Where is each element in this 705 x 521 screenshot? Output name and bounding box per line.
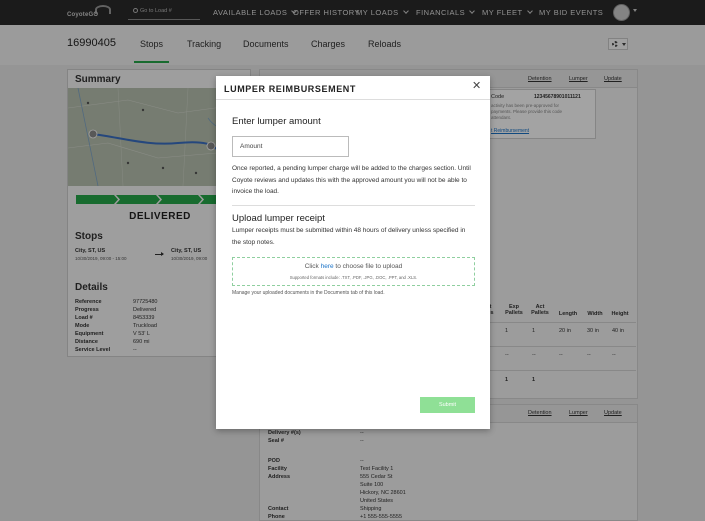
- submit-button[interactable]: Submit: [420, 397, 475, 413]
- amount-input[interactable]: Amount: [232, 136, 349, 157]
- choose-file-link[interactable]: here: [321, 263, 334, 270]
- amount-description: Once reported, a pending lumper charge w…: [232, 165, 471, 195]
- amount-placeholder: Amount: [240, 143, 263, 150]
- upload-heading: Upload lumper receipt: [232, 213, 325, 224]
- dropzone-instruction: Click here to choose file to upload: [304, 263, 403, 270]
- manage-documents-note: Manage your uploaded documents in the Do…: [232, 290, 385, 296]
- close-icon[interactable]: ✕: [472, 81, 481, 92]
- modal-header-divider: [216, 99, 490, 100]
- upload-description: Lumper receipts must be submitted within…: [232, 227, 466, 246]
- amount-heading: Enter lumper amount: [232, 116, 321, 127]
- section-divider: [232, 205, 475, 206]
- modal-title: LUMPER REIMBURSEMENT: [224, 84, 357, 94]
- file-dropzone[interactable]: Click here to choose file to upload Supp…: [232, 257, 475, 286]
- lumper-reimbursement-modal: LUMPER REIMBURSEMENT ✕ Enter lumper amou…: [216, 76, 490, 429]
- supported-formats: Supported formats include: .TXT, .PDF, .…: [289, 275, 418, 280]
